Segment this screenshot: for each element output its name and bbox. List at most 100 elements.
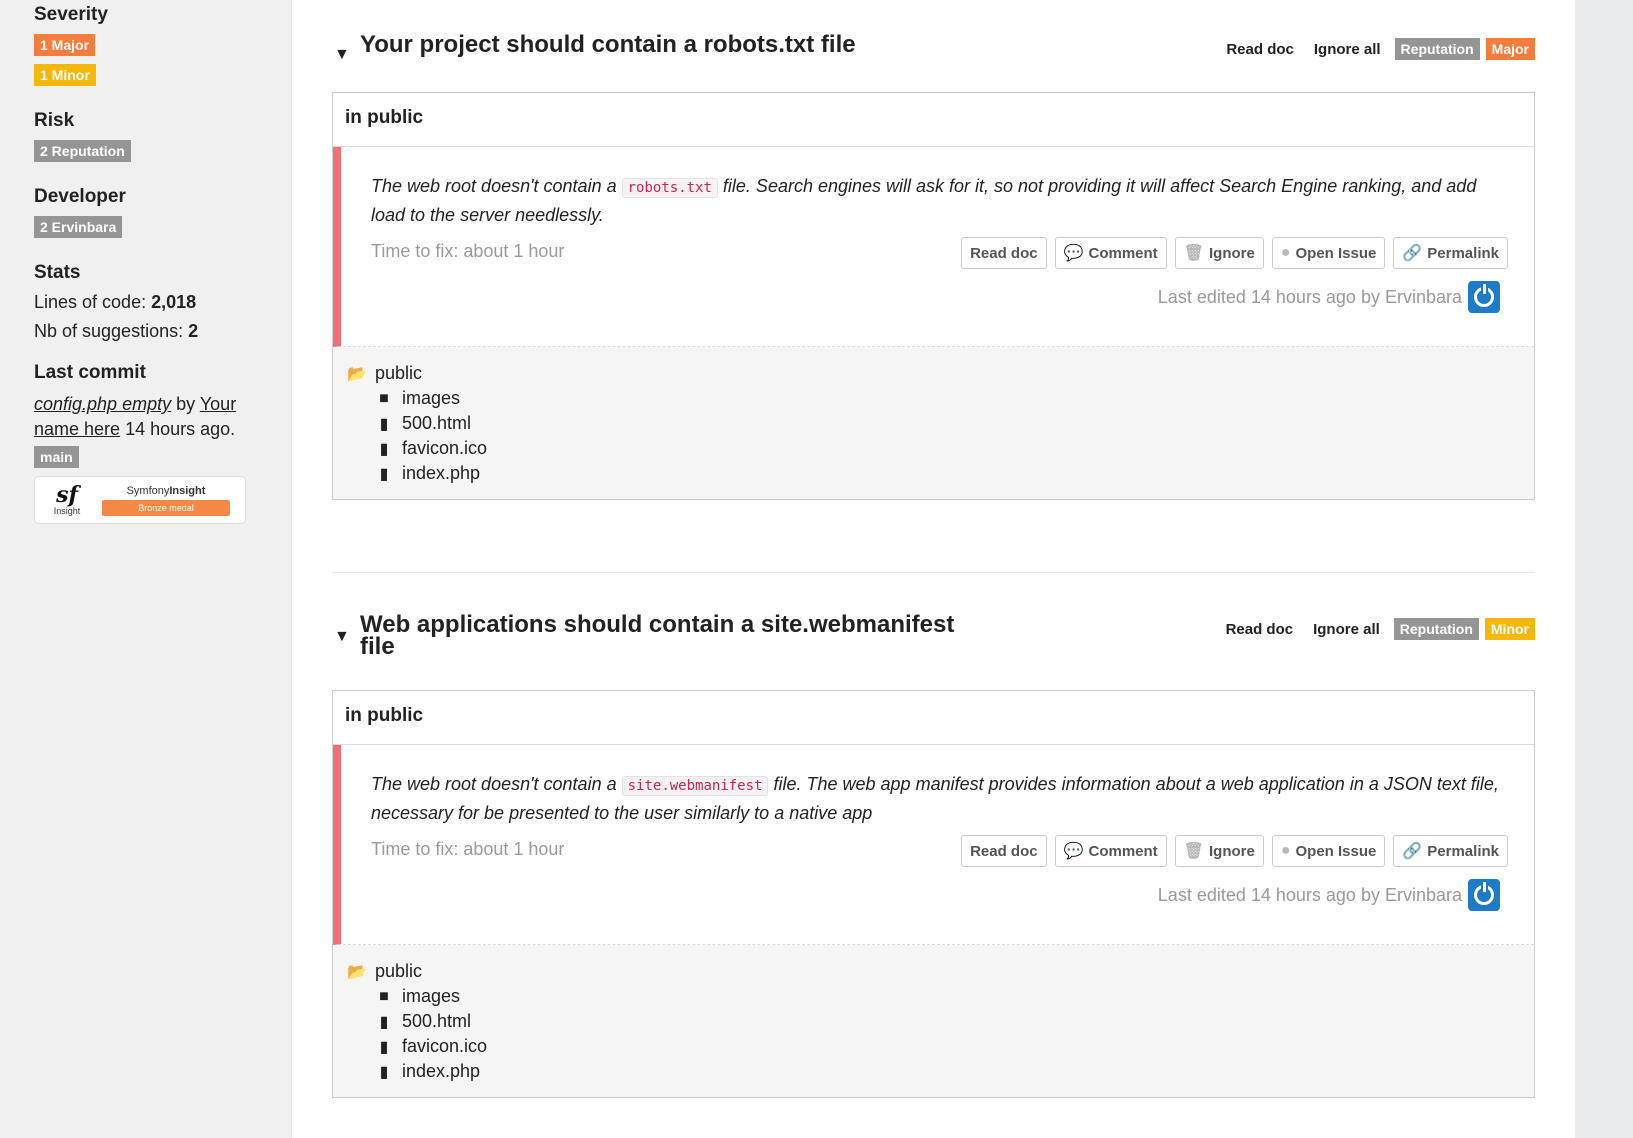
permalink-label: Permalink <box>1427 244 1499 262</box>
tree-item[interactable]: ■ images <box>347 984 1534 1009</box>
tree-item-label: images <box>402 986 461 1006</box>
tree-item[interactable]: ▮ index.php <box>347 461 1534 486</box>
time-to-fix: Time to fix: about 1 hour <box>371 241 565 261</box>
risk-reputation-filter[interactable]: 2 Reputation <box>34 140 131 162</box>
ignore-label: Ignore <box>1208 244 1255 262</box>
avatar[interactable] <box>1468 879 1500 911</box>
read-doc-link[interactable]: Read doc <box>1226 41 1294 58</box>
nb-suggestions-value: 2 <box>188 321 199 341</box>
open-issue-button[interactable]: ● Open Issue <box>1271 237 1386 269</box>
severity-badge: Minor <box>1484 618 1535 640</box>
issue-separator <box>332 572 1535 573</box>
read-doc-button[interactable]: Read doc <box>961 237 1047 269</box>
risk-section: Risk 2 Reputation <box>34 110 291 162</box>
severity-major-filter[interactable]: 1 Major <box>34 34 96 56</box>
file-icon: ▮ <box>379 440 389 458</box>
category-badge: Reputation <box>1393 618 1479 640</box>
github-icon: ● <box>1280 842 1291 859</box>
read-doc-label: Read doc <box>970 842 1038 860</box>
category-badge: Reputation <box>1394 38 1480 60</box>
permalink-button[interactable]: 🔗 Permalink <box>1393 237 1508 269</box>
main-content: ▼ Your project should contain a robots.t… <box>292 0 1575 1138</box>
tree-item[interactable]: ▮ favicon.ico <box>347 436 1534 461</box>
violation-card: in public The web root doesn't contain a… <box>332 690 1535 1098</box>
trash-icon: 🗑 <box>1183 245 1204 262</box>
tree-item[interactable]: ▮ index.php <box>347 1059 1534 1084</box>
tree-item[interactable]: ▮ 500.html <box>347 411 1534 436</box>
medal-label: Bronze medal <box>102 499 230 516</box>
permalink-label: Permalink <box>1427 842 1499 860</box>
commit-time: 14 hours ago. <box>125 419 236 439</box>
tree-item-label: 500.html <box>402 1011 472 1031</box>
ignore-all-link[interactable]: Ignore all <box>1313 621 1380 638</box>
issue-title-line1: Web applications should contain a site.w… <box>360 611 955 638</box>
last-edited: Last edited 14 hours ago by Ervinbara <box>1158 879 1500 911</box>
nb-suggestions: Nb of suggestions: 2 <box>34 321 291 342</box>
last-commit-section: Last commit config.php empty by Your nam… <box>34 362 291 468</box>
comment-button[interactable]: 💬 Comment <box>1054 835 1167 867</box>
tree-item[interactable]: ■ images <box>347 386 1534 411</box>
violation-description: The web root doesn't contain a site.webm… <box>371 771 1506 827</box>
developer-heading: Developer <box>34 186 126 207</box>
ignore-all-link[interactable]: Ignore all <box>1314 41 1381 58</box>
issue-header: ▼ Web applications should contain a site… <box>332 611 1535 674</box>
read-doc-label: Read doc <box>970 244 1038 262</box>
issue-header: ▼ Your project should contain a robots.t… <box>332 31 1535 94</box>
issue-actions: Read doc Ignore all Reputation Major <box>1206 38 1535 60</box>
tree-item-label: favicon.ico <box>402 1036 488 1056</box>
medal-brand-light: Symfony <box>126 484 170 497</box>
permalink-button[interactable]: 🔗 Permalink <box>1393 835 1508 867</box>
read-doc-button[interactable]: Read doc <box>961 835 1047 867</box>
developer-filter[interactable]: 2 Ervinbara <box>34 216 123 238</box>
tree-item[interactable]: ▮ favicon.ico <box>347 1034 1534 1059</box>
lines-of-code: Lines of code: 2,018 <box>34 292 291 313</box>
tree-item-label: favicon.ico <box>402 438 488 458</box>
open-issue-button[interactable]: ● Open Issue <box>1271 835 1386 867</box>
last-edited-text: Last edited 14 hours ago by Ervinbara <box>1157 884 1462 905</box>
tree-folder-root[interactable]: 📂 public <box>347 361 1534 386</box>
medal-info: SymfonyInsight Bronze medal <box>93 485 239 516</box>
open-issue-label: Open Issue <box>1295 244 1377 262</box>
file-icon: ▮ <box>379 1063 389 1081</box>
severity-section: Severity 1 Major 1 Minor <box>34 4 291 86</box>
symfony-insight-medal[interactable]: sf Insight SymfonyInsight Bronze medal <box>34 476 246 524</box>
file-icon: ▮ <box>379 1038 389 1056</box>
read-doc-link[interactable]: Read doc <box>1226 621 1294 638</box>
tree-item[interactable]: ▮ 500.html <box>347 1009 1534 1034</box>
avatar[interactable] <box>1468 281 1500 313</box>
issue-robots-txt: ▼ Your project should contain a robots.t… <box>332 31 1535 500</box>
link-icon: 🔗 <box>1402 245 1423 262</box>
issue-title-line2: file <box>360 633 395 660</box>
last-commit-heading: Last commit <box>34 362 146 383</box>
violation-body: The web root doesn't contain a robots.tx… <box>333 147 1534 347</box>
ignore-button[interactable]: 🗑 Ignore <box>1174 835 1264 867</box>
desc-code: site.webmanifest <box>621 776 769 796</box>
file-icon: ▮ <box>379 465 389 483</box>
comment-button[interactable]: 💬 Comment <box>1054 237 1167 269</box>
severity-minor-filter[interactable]: 1 Minor <box>34 64 96 86</box>
comment-label: Comment <box>1088 842 1158 860</box>
tree-root-label: public <box>375 961 423 981</box>
time-to-fix: Time to fix: about 1 hour <box>371 839 565 859</box>
symfony-insight-logo: sf Insight <box>41 480 93 520</box>
collapse-caret-icon[interactable]: ▼ <box>334 628 350 646</box>
tree-folder-root[interactable]: 📂 public <box>347 959 1534 984</box>
issue-actions: Read doc Ignore all Reputation Minor <box>1206 618 1535 640</box>
developer-section: Developer 2 Ervinbara <box>34 186 291 238</box>
tree-item-label: 500.html <box>402 413 472 433</box>
last-edited: Last edited 14 hours ago by Ervinbara <box>1158 281 1500 313</box>
collapse-caret-icon[interactable]: ▼ <box>334 46 350 64</box>
desc-before: The web root doesn't contain a <box>371 774 617 794</box>
stats-heading: Stats <box>34 262 81 283</box>
issue-title-line1: Your project should contain a robots.txt… <box>360 31 856 58</box>
severity-badge: Major <box>1485 38 1535 60</box>
commit-link[interactable]: config.php empty <box>34 394 171 414</box>
ignore-button[interactable]: 🗑 Ignore <box>1174 237 1264 269</box>
sf-logo-text: sf <box>56 482 78 508</box>
commit-by: by <box>176 394 196 414</box>
tree-item-label: index.php <box>402 463 481 483</box>
violation-location: in public <box>333 691 1534 745</box>
folder-open-icon: 📂 <box>347 365 367 383</box>
folder-icon: ■ <box>379 987 389 1005</box>
comment-icon: 💬 <box>1063 245 1084 262</box>
